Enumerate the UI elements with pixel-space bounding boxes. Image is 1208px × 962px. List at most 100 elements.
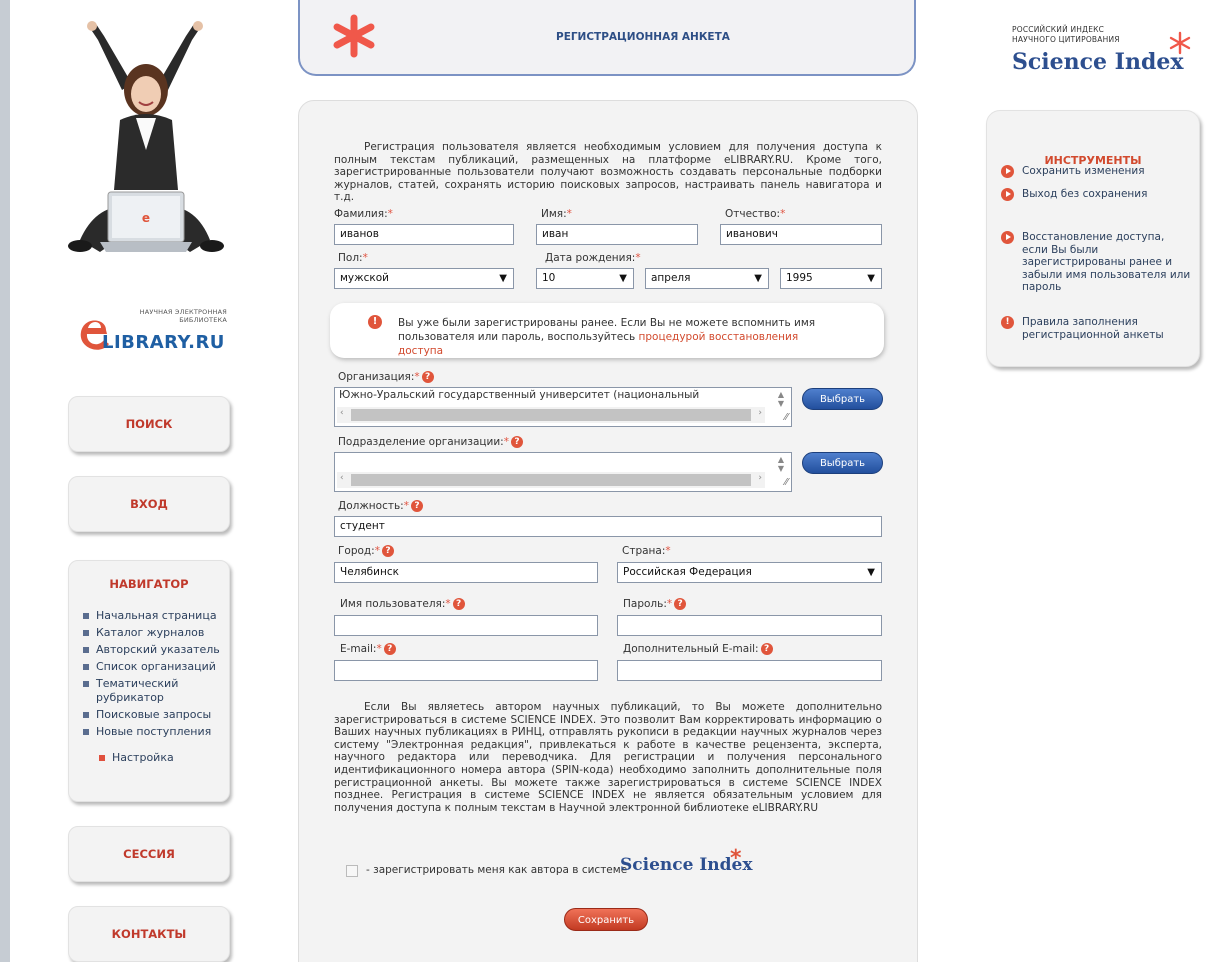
gender-label: Пол:* (338, 252, 368, 264)
navigator-title: НАВИГАТОР (109, 577, 189, 591)
email-field[interactable] (334, 660, 598, 681)
elibrary-name: LIBRARY.RU (102, 332, 225, 353)
birth-year-select[interactable]: 1995 ▼ (780, 268, 882, 289)
science-index-logo[interactable]: РОССИЙСКИЙ ИНДЕКС НАУЧНОГО ЦИТИРОВАНИЯ S… (1012, 25, 1197, 85)
asterisk-icon (1169, 31, 1191, 55)
organization-value: Южно-Уральский государственный университ… (339, 389, 700, 400)
bullet-icon (83, 712, 89, 718)
bullet-icon (83, 664, 89, 670)
help-icon[interactable]: ? (452, 598, 465, 610)
birth-day-select[interactable]: 10 ▼ (536, 268, 634, 289)
extra-email-field[interactable] (617, 660, 882, 681)
password-field[interactable] (617, 615, 882, 636)
surname-label: Фамилия:* (334, 208, 393, 220)
bullet-icon (83, 647, 89, 653)
username-label: Имя пользователя:*? (340, 598, 465, 610)
play-icon (1001, 165, 1014, 178)
bullet-icon (83, 630, 89, 636)
save-button[interactable]: Сохранить (564, 908, 648, 931)
help-icon[interactable]: ? (383, 643, 396, 655)
nav-login-button[interactable]: ВХОД (68, 476, 230, 532)
already-registered-notice: ! Вы уже были зарегистрированы ранее. Ес… (330, 303, 884, 358)
author-info-text: Если Вы являетесь автором научных публик… (334, 701, 882, 814)
name-label: Имя:* (541, 208, 572, 220)
intro-text: Регистрация пользователя является необхо… (334, 141, 882, 203)
elibrary-subtitle: НАУЧНАЯ ЭЛЕКТРОННАЯ БИБЛИОТЕКА (139, 308, 227, 324)
nav-item-new[interactable]: Новые поступления (83, 725, 229, 739)
bullet-icon (99, 755, 105, 761)
birth-month-select[interactable]: апреля ▼ (645, 268, 769, 289)
dropdown-arrow-icon: ▼ (754, 273, 762, 284)
city-field[interactable]: Челябинск (334, 562, 598, 583)
help-icon[interactable]: ? (421, 371, 434, 383)
navigator-panel: НАВИГАТОР Начальная страница Каталог жур… (68, 560, 230, 802)
tool-save-changes[interactable]: Сохранить изменения (1001, 165, 1193, 178)
nav-item-authors[interactable]: Авторский указатель (83, 643, 229, 657)
dropdown-arrow-icon: ▼ (499, 273, 507, 284)
page-title: РЕГИСТРАЦИОННАЯ АНКЕТА (556, 31, 730, 43)
choose-department-button[interactable]: Выбрать (802, 452, 883, 474)
play-icon (1001, 188, 1014, 201)
nav-item-rubricator[interactable]: Тематический рубрикатор (83, 677, 229, 705)
surname-field[interactable]: иванов (334, 224, 514, 245)
tool-form-rules[interactable]: ! Правила заполнения регистрационной анке… (1001, 316, 1193, 341)
illustration-woman-laptop: e (68, 21, 224, 252)
bullet-icon (83, 729, 89, 735)
department-field[interactable]: ‹ › ▲ ▼ ⁄⁄ (334, 452, 792, 492)
dropdown-arrow-icon: ▼ (867, 567, 875, 578)
nav-item-organizations[interactable]: Список организаций (83, 660, 229, 674)
organization-field[interactable]: Южно-Уральский государственный университ… (334, 387, 792, 427)
nav-contacts-button[interactable]: КОНТАКТЫ (68, 906, 230, 962)
help-icon[interactable]: ? (410, 500, 423, 512)
vertical-scrollbar[interactable]: ▲ ▼ (773, 455, 789, 473)
dropdown-arrow-icon: ▼ (619, 273, 627, 284)
extra-email-label: Дополнительный E-mail:? (623, 643, 773, 655)
name-field[interactable]: иван (536, 224, 698, 245)
vertical-scrollbar[interactable]: ▲ ▼ (773, 390, 789, 408)
svg-text:e: e (142, 211, 150, 225)
nav-session-button[interactable]: СЕССИЯ (68, 826, 230, 882)
nav-item-home[interactable]: Начальная страница (83, 609, 229, 623)
username-field[interactable] (334, 615, 598, 636)
tool-exit-without-saving[interactable]: Выход без сохранения (1001, 188, 1193, 201)
play-icon (1001, 231, 1014, 244)
help-icon[interactable]: ? (510, 436, 523, 448)
department-label: Подразделение организации:*? (338, 436, 523, 448)
country-select[interactable]: Российская Федерация ▼ (617, 562, 882, 583)
header-panel: РЕГИСТРАЦИОННАЯ АНКЕТА (298, 0, 916, 76)
position-label: Должность:*? (338, 500, 423, 512)
help-icon[interactable]: ? (760, 643, 773, 655)
nav-item-settings[interactable]: Настройка (99, 751, 229, 765)
horizontal-scrollbar[interactable]: ‹ › (337, 407, 765, 423)
nav-item-queries[interactable]: Поисковые запросы (83, 708, 229, 722)
dropdown-arrow-icon: ▼ (867, 273, 875, 284)
password-label: Пароль:*? (623, 598, 687, 610)
notice-text: Вы уже были зарегистрированы ранее. Если… (398, 317, 816, 357)
alert-icon: ! (368, 315, 382, 329)
gender-select[interactable]: мужской ▼ (334, 268, 514, 289)
choose-organization-button[interactable]: Выбрать (802, 388, 883, 410)
position-field[interactable]: студент (334, 516, 882, 537)
science-index-subtitle: РОССИЙСКИЙ ИНДЕКС НАУЧНОГО ЦИТИРОВАНИЯ (1012, 25, 1120, 44)
country-label: Страна:* (622, 545, 671, 557)
register-author-checkbox[interactable] (346, 865, 358, 877)
info-icon: ! (1001, 316, 1014, 329)
help-icon[interactable]: ? (674, 598, 687, 610)
resize-handle-icon[interactable]: ⁄⁄ (785, 477, 788, 488)
nav-item-journals[interactable]: Каталог журналов (83, 626, 229, 640)
nav-search-button[interactable]: ПОИСК (68, 396, 230, 452)
science-index-name: Science Index (1012, 49, 1184, 75)
birthdate-label: Дата рождения:* (545, 252, 641, 264)
bullet-icon (83, 613, 89, 619)
tools-panel: ИНСТРУМЕНТЫ Сохранить изменения Выход бе… (986, 110, 1200, 367)
organization-label: Организация:*? (338, 371, 434, 383)
horizontal-scrollbar[interactable]: ‹ › (337, 472, 765, 488)
asterisk-logo-icon (333, 14, 375, 58)
register-author-label: - зарегистрировать меня как автора в сис… (366, 864, 628, 876)
elibrary-logo[interactable]: НАУЧНАЯ ЭЛЕКТРОННАЯ БИБЛИОТЕКА LIBRARY.R… (76, 306, 236, 356)
resize-handle-icon[interactable]: ⁄⁄ (785, 412, 788, 423)
help-icon[interactable]: ? (381, 545, 394, 557)
city-label: Город:*? (338, 545, 394, 557)
tool-restore-access[interactable]: Восстановление доступа, если Вы были зар… (1001, 231, 1193, 294)
patronymic-field[interactable]: иванович (720, 224, 882, 245)
